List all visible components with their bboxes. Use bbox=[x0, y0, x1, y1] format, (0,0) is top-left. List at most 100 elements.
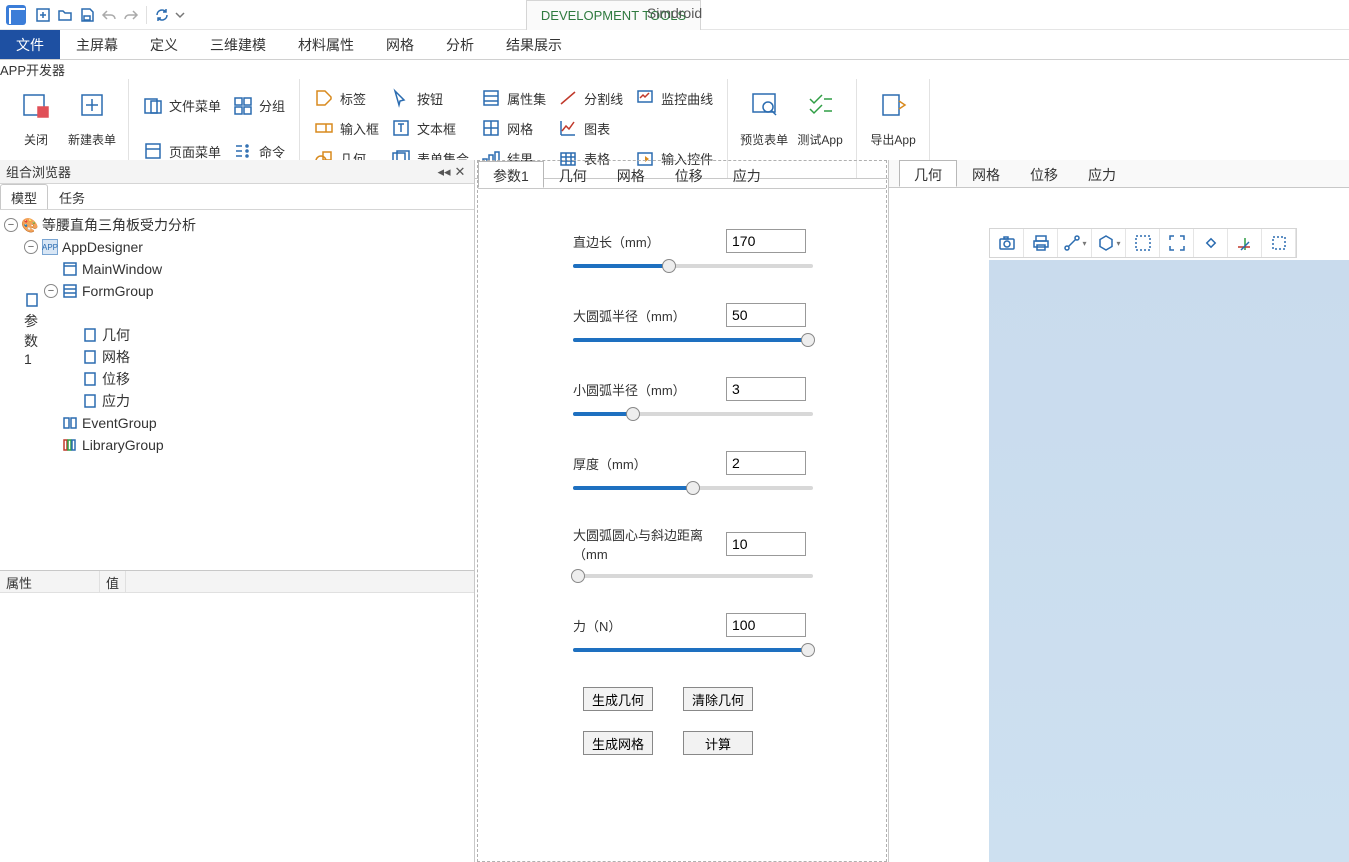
param-input-0[interactable] bbox=[726, 229, 806, 253]
param-input-5[interactable] bbox=[726, 613, 806, 637]
param-slider-1[interactable] bbox=[573, 333, 813, 347]
tab-file[interactable]: 文件 bbox=[0, 30, 60, 59]
model-tree: −🎨等腰直角三角板受力分析 −APPAppDesigner MainWindow… bbox=[0, 210, 474, 570]
tab-mesh[interactable]: 网格 bbox=[370, 30, 430, 59]
btn-gen-geom[interactable]: 生成几何 bbox=[583, 687, 653, 711]
main-tabs: 文件 主屏幕 定义 三维建模 材料属性 网格 分析 结果展示 bbox=[0, 30, 1349, 60]
param-label: 大圆弧半径（mm） bbox=[573, 306, 726, 325]
tab-main[interactable]: 主屏幕 bbox=[60, 30, 134, 59]
btn-compute[interactable]: 计算 bbox=[683, 731, 753, 755]
param-slider-5[interactable] bbox=[573, 643, 813, 657]
param-field-0: 直边长（mm） bbox=[573, 229, 806, 273]
context-tab-devtools[interactable]: DEVELOPMENT TOOLS bbox=[526, 0, 701, 30]
qa-redo-icon[interactable] bbox=[122, 6, 140, 24]
form-tab-0[interactable]: 参数1 bbox=[478, 161, 544, 188]
btn-gen-mesh[interactable]: 生成网格 bbox=[583, 731, 653, 755]
viewport-panel: 几何 网格 位移 应力 ▾ ▾ bbox=[888, 160, 1349, 862]
form-tab-2[interactable]: 网格 bbox=[602, 161, 660, 188]
panel-collapse-icon[interactable]: ◂◂ bbox=[436, 164, 452, 180]
ribbon-splitline-button[interactable]: 分割线 bbox=[552, 84, 629, 112]
form-icon bbox=[82, 371, 98, 387]
title-bar: DEVELOPMENT TOOLS Simdroid bbox=[0, 0, 1349, 30]
param-label: 大圆弧圆心与斜边距离（mm bbox=[573, 525, 726, 563]
vp-tab-0[interactable]: 几何 bbox=[899, 160, 957, 187]
param-slider-3[interactable] bbox=[573, 481, 813, 495]
form-icon bbox=[24, 292, 40, 308]
viewport-3d[interactable] bbox=[989, 260, 1349, 862]
param-input-3[interactable] bbox=[726, 451, 806, 475]
param-input-4[interactable] bbox=[726, 532, 806, 556]
tab-define[interactable]: 定义 bbox=[134, 30, 194, 59]
qa-refresh-icon[interactable] bbox=[153, 6, 171, 24]
form-icon bbox=[82, 349, 98, 365]
vt-hexagon-icon[interactable]: ▾ bbox=[1092, 229, 1126, 257]
param-slider-0[interactable] bbox=[573, 259, 813, 273]
param-input-1[interactable] bbox=[726, 303, 806, 327]
tab-app-developer[interactable]: APP开发器 bbox=[0, 60, 1349, 79]
param-input-2[interactable] bbox=[726, 377, 806, 401]
tree-form-2[interactable]: 网格 bbox=[4, 346, 470, 368]
ribbon-group-button[interactable]: 分组 bbox=[227, 92, 291, 120]
panel-close-icon[interactable]: ✕ bbox=[452, 164, 468, 180]
tab-analysis[interactable]: 分析 bbox=[430, 30, 490, 59]
tree-form-3[interactable]: 位移 bbox=[4, 368, 470, 390]
vp-tab-3[interactable]: 应力 bbox=[1073, 160, 1131, 187]
vt-measure-icon[interactable]: ▾ bbox=[1058, 229, 1092, 257]
ribbon-filemenu-button[interactable]: 文件菜单 bbox=[137, 92, 227, 120]
param-field-5: 力（N） bbox=[573, 613, 806, 657]
tree-form-0[interactable]: 参数1 bbox=[4, 302, 470, 324]
form-tab-4[interactable]: 应力 bbox=[718, 161, 776, 188]
tree-form-4[interactable]: 应力 bbox=[4, 390, 470, 412]
vp-tab-1[interactable]: 网格 bbox=[957, 160, 1015, 187]
ribbon-button-button[interactable]: 按钮 bbox=[385, 84, 475, 112]
tree-formgroup[interactable]: −FormGroup bbox=[4, 280, 470, 302]
param-slider-4[interactable] bbox=[573, 569, 813, 583]
ribbon-grid-button[interactable]: 网格 bbox=[475, 114, 552, 142]
form-tab-1[interactable]: 几何 bbox=[544, 161, 602, 188]
btn-clear-geom[interactable]: 清除几何 bbox=[683, 687, 753, 711]
left-tab-model[interactable]: 模型 bbox=[0, 184, 48, 209]
vt-more-icon[interactable] bbox=[1262, 229, 1296, 257]
vt-axes-icon[interactable] bbox=[1228, 229, 1262, 257]
tree-eventgroup[interactable]: EventGroup bbox=[4, 412, 470, 434]
property-grid: 属性 值 bbox=[0, 570, 474, 862]
qa-undo-icon[interactable] bbox=[100, 6, 118, 24]
ribbon-label-button[interactable]: 标签 bbox=[308, 84, 385, 112]
tree-form-1[interactable]: 几何 bbox=[4, 324, 470, 346]
param-label: 力（N） bbox=[573, 616, 726, 635]
vt-fit-icon[interactable] bbox=[1160, 229, 1194, 257]
ribbon-input-button[interactable]: 输入框 bbox=[308, 114, 385, 142]
left-panel: 组合浏览器 ◂◂ ✕ 模型 任务 −🎨等腰直角三角板受力分析 −APPAppDe… bbox=[0, 160, 475, 862]
tree-appdesigner[interactable]: −APPAppDesigner bbox=[4, 236, 470, 258]
tree-mainwindow[interactable]: MainWindow bbox=[4, 258, 470, 280]
qa-open-icon[interactable] bbox=[56, 6, 74, 24]
vt-print-icon[interactable] bbox=[1024, 229, 1058, 257]
qa-dropdown-icon[interactable] bbox=[175, 6, 185, 24]
form-designer: 参数1 几何 网格 位移 应力 直边长（mm） 大圆弧半径（mm） 小圆弧半径（… bbox=[477, 160, 887, 862]
param-field-3: 厚度（mm） bbox=[573, 451, 806, 495]
tab-3d[interactable]: 三维建模 bbox=[194, 30, 282, 59]
vt-zoomwindow-icon[interactable] bbox=[1126, 229, 1160, 257]
viewport-tabs: 几何 网格 位移 应力 bbox=[889, 160, 1349, 188]
vt-camera-icon[interactable] bbox=[990, 229, 1024, 257]
vt-rotate-icon[interactable] bbox=[1194, 229, 1228, 257]
tab-material[interactable]: 材料属性 bbox=[282, 30, 370, 59]
form-tab-3[interactable]: 位移 bbox=[660, 161, 718, 188]
left-panel-header: 组合浏览器 ◂◂ ✕ bbox=[0, 160, 474, 184]
qa-save-icon[interactable] bbox=[78, 6, 96, 24]
app-icon bbox=[6, 5, 26, 25]
tree-root[interactable]: −🎨等腰直角三角板受力分析 bbox=[4, 214, 470, 236]
ribbon-textbox-button[interactable]: 文本框 bbox=[385, 114, 475, 142]
ribbon-propset-button[interactable]: 属性集 bbox=[475, 84, 552, 112]
param-slider-2[interactable] bbox=[573, 407, 813, 421]
ribbon-monitor-button[interactable]: 监控曲线 bbox=[629, 84, 719, 112]
library-icon bbox=[62, 437, 78, 453]
qa-new-icon[interactable] bbox=[34, 6, 52, 24]
ribbon-chart-button[interactable]: 图表 bbox=[552, 114, 629, 142]
tree-librarygroup[interactable]: LibraryGroup bbox=[4, 434, 470, 456]
param-label: 厚度（mm） bbox=[573, 454, 726, 473]
vp-tab-2[interactable]: 位移 bbox=[1015, 160, 1073, 187]
left-tab-tasks[interactable]: 任务 bbox=[48, 184, 96, 209]
tab-results[interactable]: 结果展示 bbox=[490, 30, 578, 59]
formgroup-icon bbox=[62, 283, 78, 299]
